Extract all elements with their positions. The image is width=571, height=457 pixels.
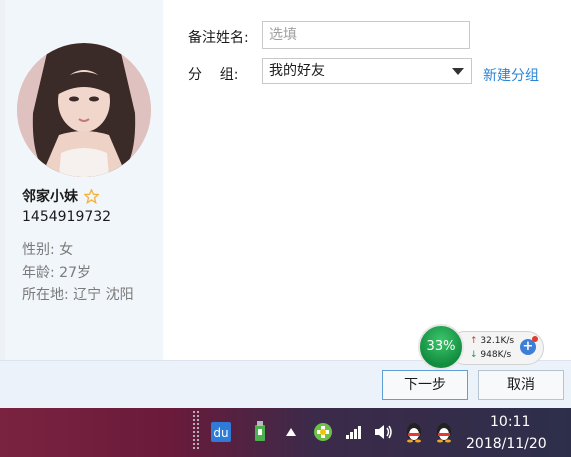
new-group-link[interactable]: 新建分组 xyxy=(483,65,539,85)
gender-info: 性别: 女 xyxy=(22,242,74,258)
group-select-value: 我的好友 xyxy=(269,63,325,79)
download-arrow-icon: ↓ xyxy=(470,350,478,360)
star-icon xyxy=(84,188,99,204)
upload-arrow-icon: ↑ xyxy=(470,336,478,346)
svg-text:du: du xyxy=(213,426,228,440)
qq-penguin-icon[interactable] xyxy=(403,420,425,444)
speed-percent: 33% xyxy=(418,324,464,370)
nickname: 邻家小妹 xyxy=(22,189,78,205)
download-speed: 948K/s xyxy=(480,350,512,360)
volume-icon[interactable] xyxy=(373,420,395,444)
age-info: 年龄: 27岁 xyxy=(22,265,91,281)
notification-dot xyxy=(532,336,538,342)
nickname-row: 邻家小妹 xyxy=(22,186,99,206)
next-button[interactable]: 下一步 xyxy=(382,370,468,400)
clock-date[interactable]: 2018/11/20 xyxy=(466,436,547,452)
upload-speed-row: ↑ 32.1K/s xyxy=(470,336,514,346)
show-hidden-icons-arrow[interactable] xyxy=(282,420,300,444)
clock-time[interactable]: 10:11 xyxy=(490,414,530,430)
location-info: 所在地: 辽宁 沈阳 xyxy=(22,287,134,303)
qq-penguin-icon[interactable] xyxy=(433,420,455,444)
group-select[interactable]: 我的好友 xyxy=(262,58,472,84)
group-label: 分 组: xyxy=(188,67,239,83)
remark-label: 备注姓名: xyxy=(188,30,249,46)
qq-number: 1454919732 xyxy=(22,209,112,225)
taskbar-grip[interactable] xyxy=(192,410,200,450)
upload-speed: 32.1K/s xyxy=(480,336,515,346)
usb-device-icon[interactable] xyxy=(250,420,270,444)
network-signal-icon[interactable] xyxy=(344,420,364,444)
download-speed-row: ↓ 948K/s xyxy=(470,350,511,360)
cancel-button[interactable]: 取消 xyxy=(478,370,564,400)
360-security-icon[interactable] xyxy=(312,420,334,444)
avatar xyxy=(17,43,151,177)
network-speed-widget[interactable]: 33% ↑ 32.1K/s ↓ 948K/s + xyxy=(418,324,546,372)
chevron-down-icon xyxy=(452,68,464,75)
remark-input[interactable]: 选填 xyxy=(262,21,470,49)
baidu-du-icon[interactable]: du xyxy=(209,420,233,444)
